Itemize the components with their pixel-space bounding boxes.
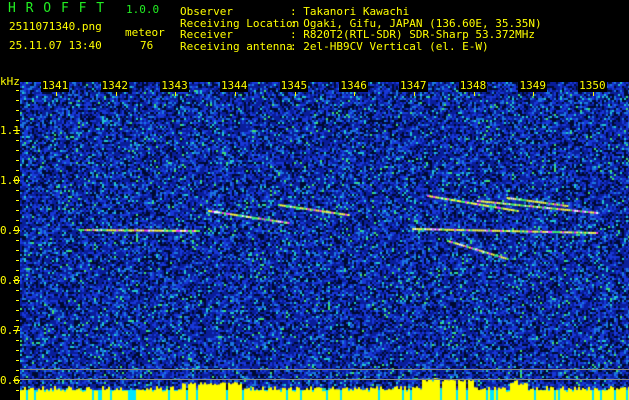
x-tick-label: 1347 xyxy=(399,79,428,92)
y-tick-minor xyxy=(16,320,19,321)
y-tick-minor xyxy=(16,340,19,341)
x-tick xyxy=(533,92,534,96)
x-tick xyxy=(295,92,296,96)
y-tick-minor xyxy=(16,240,19,241)
y-tick-label: 0.7 xyxy=(0,324,20,337)
y-axis-label: kHz xyxy=(0,75,20,88)
info-value-antenna: : 2el-HB9CV Vertical (el. E-W) xyxy=(290,40,489,53)
y-tick-minor xyxy=(16,100,19,101)
y-tick-label: 0.8 xyxy=(0,274,20,287)
y-tick-minor xyxy=(16,350,19,351)
meteor-label: meteor xyxy=(125,26,165,39)
y-tick-minor xyxy=(16,170,19,171)
x-tick-label: 1342 xyxy=(100,79,130,92)
info-label-antenna: Receiving antenna xyxy=(180,40,293,53)
info-value-observer: : Takanori Kawachi xyxy=(290,5,410,18)
y-tick-label: 1.0 xyxy=(0,174,20,187)
x-tick-label: 1346 xyxy=(339,79,368,92)
y-tick-minor xyxy=(16,220,19,221)
info-value-receiver: : R820T2(RTL-SDR) SDR-Sharp 53.372MHz xyxy=(290,28,536,41)
y-tick-minor xyxy=(16,250,19,251)
y-tick-minor xyxy=(16,200,19,201)
y-tick-minor xyxy=(16,360,19,361)
x-tick xyxy=(474,92,475,96)
spectrogram-canvas xyxy=(20,82,629,400)
y-tick-minor xyxy=(16,260,19,261)
y-tick-minor xyxy=(16,390,19,391)
x-tick-label: 1345 xyxy=(279,79,309,92)
x-tick-label: 1341 xyxy=(40,79,70,92)
y-tick-minor xyxy=(16,190,19,191)
y-tick-minor xyxy=(16,370,19,371)
y-tick-minor xyxy=(16,290,19,291)
meteor-count: 76 xyxy=(140,39,154,52)
x-tick xyxy=(116,92,117,96)
info-label-observer: Observer xyxy=(180,5,233,18)
y-tick-minor xyxy=(16,300,19,301)
y-tick-label: 0.6 xyxy=(0,374,20,387)
x-tick-label: 1349 xyxy=(518,79,547,92)
reference-line xyxy=(20,379,629,380)
y-tick-minor xyxy=(16,90,19,91)
y-tick-label: 0.9 xyxy=(0,224,20,237)
x-tick xyxy=(235,92,236,96)
x-tick xyxy=(56,92,57,96)
x-tick xyxy=(175,92,176,96)
filename: 2511071340.png xyxy=(9,20,102,33)
datetime: 25.11.07 13:40 xyxy=(9,39,102,52)
x-tick xyxy=(414,92,415,96)
y-tick-minor xyxy=(16,160,19,161)
y-tick-minor xyxy=(16,310,19,311)
x-tick-label: 1350 xyxy=(578,79,607,92)
x-tick xyxy=(354,92,355,96)
y-tick-minor xyxy=(16,110,19,111)
x-tick-label: 1344 xyxy=(219,79,249,92)
info-label-receiver: Receiver xyxy=(180,28,233,41)
y-tick-minor xyxy=(16,270,19,271)
y-tick-minor xyxy=(16,140,19,141)
y-tick-minor xyxy=(16,210,19,211)
y-tick-label: 1.1 xyxy=(0,124,20,137)
reference-line xyxy=(20,369,629,370)
x-tick-label: 1348 xyxy=(458,79,488,92)
app-name: H R O F F T xyxy=(8,1,106,16)
app-version: 1.0.0 xyxy=(126,3,160,16)
x-tick-label: 1343 xyxy=(160,79,189,92)
spectrogram xyxy=(20,82,629,400)
y-tick-minor xyxy=(16,120,19,121)
y-tick-minor xyxy=(16,150,19,151)
x-tick xyxy=(593,92,594,96)
